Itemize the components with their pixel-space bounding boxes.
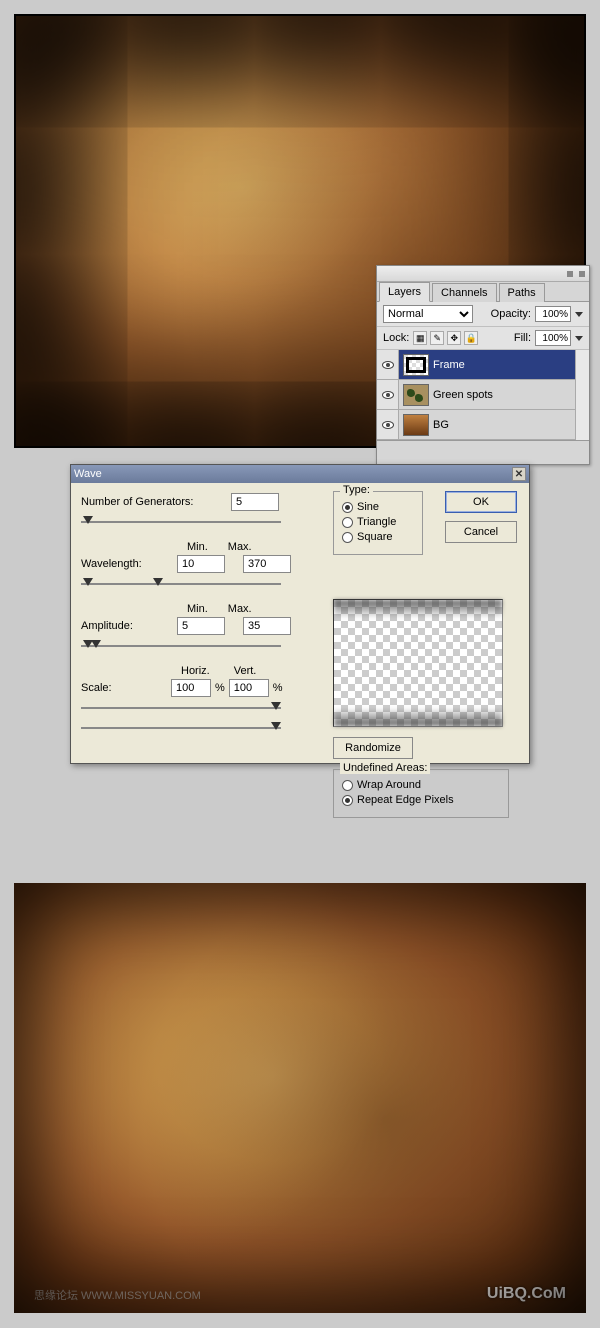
layer-row-frame[interactable]: Frame — [377, 350, 575, 380]
cancel-button[interactable]: Cancel — [445, 521, 517, 543]
blend-mode-select[interactable]: Normal — [383, 305, 473, 323]
layer-row-green-spots[interactable]: Green spots — [377, 380, 575, 410]
visibility-toggle[interactable] — [377, 350, 399, 379]
amplitude-max-input[interactable] — [243, 617, 291, 635]
slider-thumb-icon[interactable] — [83, 578, 93, 586]
wavelength-max-input[interactable] — [243, 555, 291, 573]
texture-image-bottom: 思缘论坛 WWW.MISSYUAN.COM UiBQ.CoM — [14, 883, 586, 1313]
layer-list: Frame Green spots BG — [377, 350, 575, 440]
scale-vert-input[interactable] — [229, 679, 269, 697]
slider-thumb-icon[interactable] — [271, 702, 281, 710]
visibility-toggle[interactable] — [377, 410, 399, 439]
layer-name: Green spots — [433, 389, 493, 401]
undefined-areas-group: Undefined Areas: Wrap Around Repeat Edge… — [333, 769, 509, 818]
scale-slider[interactable] — [81, 701, 281, 717]
layer-thumbnail[interactable] — [403, 414, 429, 436]
dialog-titlebar[interactable]: Wave ✕ — [71, 465, 529, 483]
close-panel-icon[interactable] — [579, 271, 585, 277]
radio-icon — [342, 780, 353, 791]
layer-name: Frame — [433, 359, 465, 371]
fill-label: Fill: — [514, 332, 531, 344]
wavelength-min-input[interactable] — [177, 555, 225, 573]
slider-thumb-icon[interactable] — [91, 640, 101, 648]
fill-input[interactable] — [535, 330, 571, 346]
repeat-edge-radio[interactable]: Repeat Edge Pixels — [342, 794, 500, 806]
generators-slider[interactable] — [81, 515, 281, 531]
dialog-title: Wave — [74, 468, 102, 480]
wavelength-label: Wavelength: — [81, 558, 153, 570]
opacity-label: Opacity: — [491, 308, 531, 320]
amplitude-slider[interactable] — [81, 639, 281, 655]
slider-thumb-icon[interactable] — [83, 516, 93, 524]
fill-dropdown-icon[interactable] — [575, 336, 583, 341]
blend-opacity-row: Normal Opacity: — [377, 302, 589, 327]
watermark-left: 思缘论坛 WWW.MISSYUAN.COM — [34, 1287, 201, 1303]
panel-tabs: Layers Channels Paths — [377, 282, 589, 302]
lock-label: Lock: — [383, 332, 409, 344]
max-header: Max. — [228, 603, 252, 615]
radio-icon — [342, 502, 353, 513]
slider-thumb-icon[interactable] — [271, 722, 281, 730]
close-icon[interactable]: ✕ — [512, 467, 526, 481]
percent-label: % — [273, 682, 283, 694]
lock-fill-row: Lock: ▦ ✎ ✥ 🔒 Fill: — [377, 327, 589, 350]
percent-label: % — [215, 682, 225, 694]
radio-icon — [342, 532, 353, 543]
type-triangle-radio[interactable]: Triangle — [342, 516, 414, 528]
lock-pixels-icon[interactable]: ✎ — [430, 331, 444, 345]
type-square-radio[interactable]: Square — [342, 531, 414, 543]
filter-preview — [333, 599, 503, 727]
ok-button[interactable]: OK — [445, 491, 517, 513]
tab-layers[interactable]: Layers — [379, 282, 430, 302]
radio-icon — [342, 517, 353, 528]
wrap-around-radio[interactable]: Wrap Around — [342, 779, 500, 791]
lock-all-icon[interactable]: 🔒 — [464, 331, 478, 345]
layer-name: BG — [433, 419, 449, 431]
lock-transparency-icon[interactable]: ▦ — [413, 331, 427, 345]
type-label: Type: — [340, 484, 373, 496]
scale-label: Scale: — [81, 682, 153, 694]
generators-label: Number of Generators: — [81, 496, 231, 508]
tab-channels[interactable]: Channels — [432, 283, 496, 302]
horiz-header: Horiz. — [181, 665, 210, 677]
scale-slider-2[interactable] — [81, 721, 281, 737]
eye-icon — [382, 421, 394, 429]
randomize-button[interactable]: Randomize — [333, 737, 413, 759]
layer-thumbnail[interactable] — [403, 384, 429, 406]
layer-thumbnail[interactable] — [403, 354, 429, 376]
amplitude-min-input[interactable] — [177, 617, 225, 635]
slider-thumb-icon[interactable] — [153, 578, 163, 586]
type-group: Type: Sine Triangle Square — [333, 491, 423, 555]
wave-dialog: Wave ✕ Number of Generators: Min. Max. W… — [70, 464, 530, 764]
radio-icon — [342, 795, 353, 806]
visibility-toggle[interactable] — [377, 380, 399, 409]
layers-scrollbar[interactable] — [575, 350, 589, 440]
type-sine-radio[interactable]: Sine — [342, 501, 414, 513]
lock-icons: ▦ ✎ ✥ 🔒 — [413, 331, 478, 345]
min-header: Min. — [187, 541, 208, 553]
tab-paths[interactable]: Paths — [499, 283, 545, 302]
watermark-right: UiBQ.CoM — [487, 1285, 566, 1303]
panel-footer — [377, 440, 589, 464]
panel-titlebar — [377, 266, 589, 282]
vert-header: Vert. — [234, 665, 257, 677]
eye-icon — [382, 391, 394, 399]
wavelength-slider[interactable] — [81, 577, 281, 593]
opacity-input[interactable] — [535, 306, 571, 322]
lock-position-icon[interactable]: ✥ — [447, 331, 461, 345]
layer-row-bg[interactable]: BG — [377, 410, 575, 440]
min-header: Min. — [187, 603, 208, 615]
amplitude-label: Amplitude: — [81, 620, 153, 632]
layers-panel: Layers Channels Paths Normal Opacity: Lo… — [376, 265, 590, 465]
minimize-icon[interactable] — [567, 271, 573, 277]
scale-horiz-input[interactable] — [171, 679, 211, 697]
generators-input[interactable] — [231, 493, 279, 511]
eye-icon — [382, 361, 394, 369]
max-header: Max. — [228, 541, 252, 553]
opacity-dropdown-icon[interactable] — [575, 312, 583, 317]
undefined-label: Undefined Areas: — [340, 762, 430, 774]
